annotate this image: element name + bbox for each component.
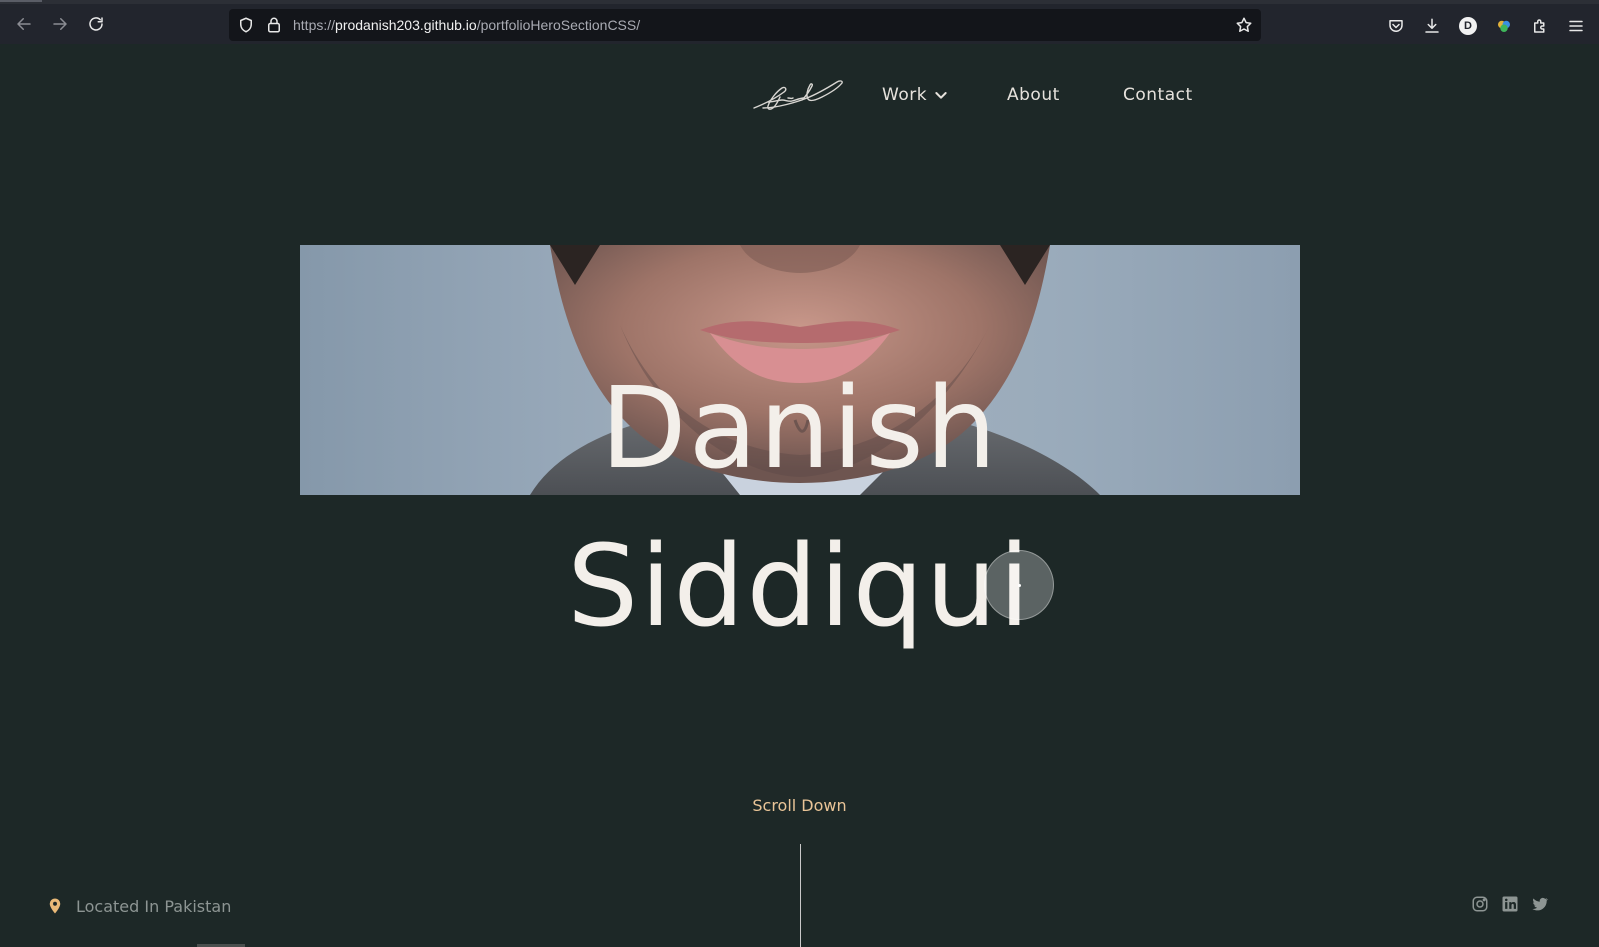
social-links: [1471, 895, 1549, 913]
browser-toolbar: https://prodanish203.github.io/portfolio…: [0, 0, 1599, 44]
location-pin-icon: [49, 898, 61, 914]
location-info: Located In Pakistan: [46, 896, 231, 916]
lock-icon[interactable]: [265, 16, 283, 34]
nav-contact-link[interactable]: Contact: [1123, 85, 1193, 105]
signature-logo[interactable]: [748, 74, 852, 118]
forward-icon: [53, 18, 67, 30]
downloads-button[interactable]: [1422, 16, 1442, 36]
pocket-icon: [1389, 20, 1403, 32]
puzzle-icon: [1534, 19, 1545, 33]
bookmark-star-icon[interactable]: [1235, 16, 1253, 34]
nav-work-label: Work: [882, 85, 928, 105]
linkedin-icon: [1502, 896, 1518, 912]
hero-last-name: Siddiqui: [567, 522, 1032, 652]
scroll-indicator-line: [800, 844, 801, 947]
linkedin-link[interactable]: [1501, 895, 1519, 913]
menu-icon: [1569, 20, 1583, 32]
extensions-menu-button[interactable]: [1530, 16, 1550, 36]
scroll-down-link[interactable]: Scroll Down: [0, 796, 1599, 815]
address-bar[interactable]: https://prodanish203.github.io/portfolio…: [229, 9, 1261, 41]
back-icon: [17, 18, 31, 30]
hero-first-name: Danish: [600, 364, 999, 494]
chevron-down-icon: [935, 92, 947, 99]
profile-button[interactable]: D: [1458, 16, 1478, 36]
custom-cursor: [984, 550, 1054, 620]
url-host: prodanish203.github.io: [335, 17, 477, 33]
reload-icon: [89, 17, 103, 31]
app-menu-button[interactable]: [1566, 16, 1586, 36]
cursor-dot: [1018, 584, 1021, 587]
pocket-button[interactable]: [1386, 16, 1406, 36]
location-text: Located In Pakistan: [76, 896, 232, 916]
extension-button[interactable]: [1494, 16, 1514, 36]
url-scheme: https://: [293, 17, 336, 33]
profile-avatar: D: [1459, 17, 1477, 35]
extension-icon: [1498, 20, 1510, 32]
instagram-icon: [1472, 896, 1488, 912]
instagram-link[interactable]: [1471, 895, 1489, 913]
twitter-link[interactable]: [1531, 895, 1549, 913]
page-content: Work About Contact Danish Siddiqui Scrol…: [0, 44, 1599, 947]
reload-button[interactable]: [84, 12, 108, 36]
nav-about-link[interactable]: About: [1007, 85, 1060, 105]
shield-icon[interactable]: [237, 16, 255, 34]
downloads-icon: [1425, 18, 1439, 33]
forward-button[interactable]: [48, 12, 72, 36]
url-text[interactable]: https://prodanish203.github.io/portfolio…: [293, 16, 640, 34]
twitter-icon: [1532, 897, 1549, 911]
url-path: /portfolioHeroSectionCSS/: [476, 17, 641, 33]
nav-work-dropdown[interactable]: Work: [882, 85, 949, 105]
tab-indicator: [0, 0, 42, 2]
back-button[interactable]: [12, 12, 36, 36]
